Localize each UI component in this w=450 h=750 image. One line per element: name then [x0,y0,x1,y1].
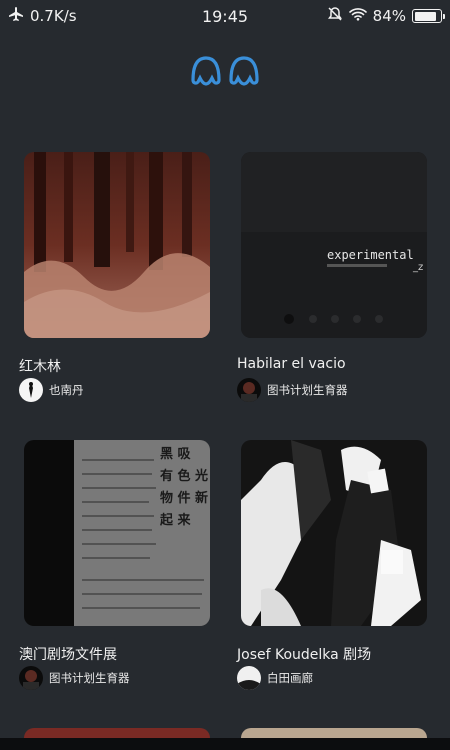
card-thumbnail-video[interactable]: experimental _z [241,152,427,338]
thumbnail-subcaption: _z [413,262,424,273]
dark-video-still-icon [241,152,427,338]
card-thumbnail-forest[interactable] [24,152,210,338]
mute-bell-icon [327,6,343,26]
card-thumbnail-newspaper[interactable]: 黑 吸 有 色 光 物 件 新 起 来 [24,440,210,626]
card-title[interactable]: 红木林 [19,356,61,376]
forest-photo-icon [24,152,210,338]
logo-icon [191,56,259,86]
battery-icon [412,9,445,23]
author-name: 图书计划生育器 [49,671,130,685]
status-left: 0.7K/s [8,6,77,26]
app-logo[interactable] [188,50,262,88]
airplane-icon [8,6,24,26]
card-title[interactable]: Habilar el vacio [237,356,346,372]
status-bar: 0.7K/s 19:45 84% [0,0,450,32]
author-name: 图书计划生育器 [267,383,348,397]
avatar [19,666,43,690]
author-name: 白田画廊 [267,671,313,685]
bw-theatre-photo-icon [241,440,427,626]
card-author[interactable]: 图书计划生育器 [19,666,130,690]
status-right: 84% [327,6,445,26]
avatar [237,666,261,690]
card-thumbnail-theatre[interactable] [241,440,427,626]
battery-fill [414,11,436,21]
thumbnail-caption: experimental [327,248,414,262]
card-author[interactable]: 图书计划生育器 [237,378,348,402]
card-title[interactable]: 澳门剧场文件展 [19,644,117,664]
card-author[interactable]: 也南丹 [19,378,84,402]
card-author[interactable]: 白田画廊 [237,666,313,690]
avatar [237,378,261,402]
network-speed: 0.7K/s [30,7,77,25]
card-title[interactable]: Josef Koudelka 剧场 [237,644,371,664]
battery-percent: 84% [372,7,406,25]
avatar [19,378,43,402]
bottom-nav-edge [0,738,450,750]
author-name: 也南丹 [49,383,84,397]
thumbnail-headline: 黑 吸 有 色 光 物 件 新 起 来 [160,447,209,528]
wifi-icon [348,7,367,25]
